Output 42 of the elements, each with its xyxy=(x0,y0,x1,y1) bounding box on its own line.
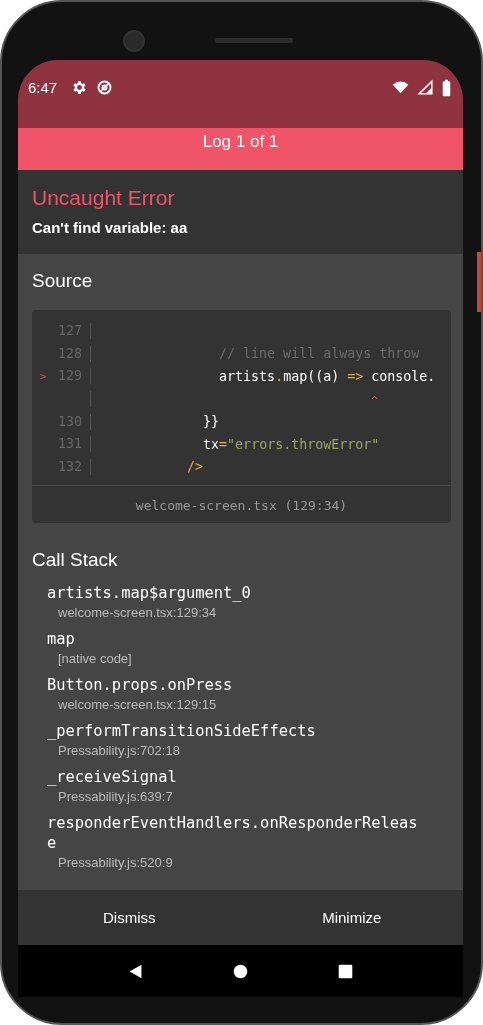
wifi-icon xyxy=(392,79,409,96)
recents-icon[interactable] xyxy=(337,962,354,980)
home-icon[interactable] xyxy=(232,962,249,980)
camera-lens xyxy=(123,30,145,52)
code-text: map((a) xyxy=(283,369,341,384)
error-line-marker: > xyxy=(40,370,47,383)
code-operator: . xyxy=(275,369,284,384)
stack-frame-location: welcome-screen.tsx:129:34 xyxy=(57,604,217,623)
file-location: welcome-screen.tsx (129:34) xyxy=(135,498,348,514)
stack-frame-location: welcome-screen.tsx:129:15 xyxy=(57,696,217,715)
code-string: "errors.throwError" xyxy=(227,436,380,452)
code-operator: => xyxy=(347,369,364,384)
stack-frame-name[interactable]: artists.map$argument_0 xyxy=(47,583,421,604)
stack-frame-name[interactable]: responderEventHandlers.onResponderRelease xyxy=(47,813,421,854)
stack-frame-name[interactable]: _performTransitionSideEffects xyxy=(47,721,421,742)
stack-frame-name[interactable]: Button.props.onPress xyxy=(47,675,421,696)
signal-icon xyxy=(417,79,434,96)
back-icon[interactable] xyxy=(127,962,144,980)
dismiss-button[interactable]: Dismiss xyxy=(18,890,241,945)
code-text: tx xyxy=(203,436,220,452)
error-caret: ^ xyxy=(371,393,378,407)
stack-frame-location: Pressability.js:702:18 xyxy=(57,742,180,761)
stack-frame-location: Pressability.js:520:9 xyxy=(57,854,173,873)
data-saver-icon xyxy=(96,79,114,96)
minimize-button[interactable]: Minimize xyxy=(240,890,463,945)
log-title: Log 1 of 1 xyxy=(202,132,279,152)
code-text: artists xyxy=(219,369,276,384)
stack-frame-location: [native code] xyxy=(57,650,132,669)
stack-frame-name[interactable]: _receiveSignal xyxy=(47,767,421,788)
code-text: }} xyxy=(203,414,220,430)
code-operator: /> xyxy=(187,459,204,475)
stack-frame-location: Pressability.js:639:7 xyxy=(57,788,173,807)
code-comment: // line will always throw xyxy=(219,346,420,362)
battery-icon xyxy=(442,79,451,97)
code-operator: = xyxy=(219,436,228,452)
error-message: Can't find variable: aa xyxy=(32,218,189,238)
section-heading: Source xyxy=(32,269,94,293)
error-title: Uncaught Error xyxy=(32,185,176,211)
status-time: 6:47 xyxy=(28,79,58,97)
section-heading: Call Stack xyxy=(32,548,119,573)
code-text: console. xyxy=(371,369,436,384)
stack-frame-name[interactable]: map xyxy=(47,629,421,650)
